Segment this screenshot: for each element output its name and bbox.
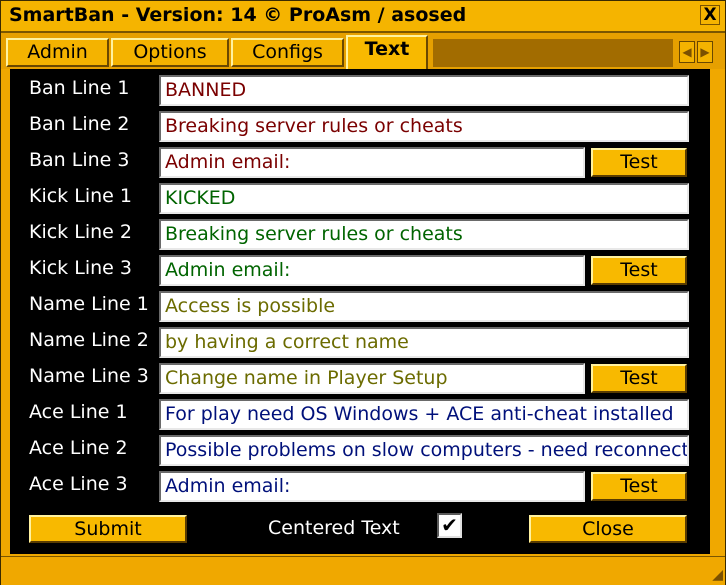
- name-line-1-input[interactable]: Access is possible: [159, 291, 689, 322]
- name-line-1-label: Name Line 1: [29, 293, 149, 315]
- name-line-2-input[interactable]: by having a correct name: [159, 327, 689, 358]
- tab-strip-empty-area: [433, 39, 673, 67]
- ban-test-button[interactable]: Test: [590, 147, 688, 178]
- ban-line-3-label: Ban Line 3: [29, 149, 130, 171]
- tab-configs[interactable]: Configs: [231, 38, 344, 67]
- ace-line-2-input[interactable]: Possible problems on slow computers - ne…: [159, 435, 689, 466]
- tab-strip: Admin Options Configs Text ◀ ▶: [1, 31, 725, 69]
- close-icon[interactable]: X: [700, 5, 720, 25]
- ace-line-2-label: Ace Line 2: [29, 437, 128, 459]
- ace-test-button[interactable]: Test: [590, 471, 688, 502]
- name-line-2-label: Name Line 2: [29, 329, 149, 351]
- tab-scroll-left-icon[interactable]: ◀: [679, 41, 695, 63]
- centered-text-checkbox[interactable]: ✔: [437, 513, 462, 538]
- title-bar[interactable]: SmartBan - Version: 14 © ProAsm / asosed…: [1, 1, 725, 31]
- resize-grip-icon[interactable]: ◢: [712, 567, 723, 583]
- status-bar: ◢: [1, 556, 725, 585]
- ace-line-3-input[interactable]: Admin email:: [159, 471, 585, 502]
- name-test-button[interactable]: Test: [590, 363, 688, 394]
- text-panel: Ban Line 1 BANNED Ban Line 2 Breaking se…: [10, 69, 710, 554]
- window-title: SmartBan - Version: 14 © ProAsm / asosed: [9, 4, 467, 26]
- ban-line-1-label: Ban Line 1: [29, 77, 130, 99]
- name-line-3-input[interactable]: Change name in Player Setup: [159, 363, 585, 394]
- tab-scroll-right-icon[interactable]: ▶: [697, 41, 713, 63]
- ace-line-1-label: Ace Line 1: [29, 401, 128, 423]
- close-button[interactable]: Close: [528, 514, 688, 544]
- kick-line-3-input[interactable]: Admin email:: [159, 255, 585, 286]
- ace-line-3-label: Ace Line 3: [29, 473, 128, 495]
- centered-text-label: Centered Text: [268, 517, 400, 539]
- kick-line-3-label: Kick Line 3: [29, 257, 132, 279]
- kick-test-button[interactable]: Test: [590, 255, 688, 286]
- smartban-window: SmartBan - Version: 14 © ProAsm / asosed…: [0, 0, 726, 585]
- tab-text[interactable]: Text: [346, 35, 428, 69]
- kick-line-2-input[interactable]: Breaking server rules or cheats: [159, 219, 689, 250]
- tab-admin[interactable]: Admin: [6, 38, 109, 67]
- ban-line-1-input[interactable]: BANNED: [159, 75, 689, 106]
- ban-line-2-label: Ban Line 2: [29, 113, 130, 135]
- name-line-3-label: Name Line 3: [29, 365, 149, 387]
- submit-button[interactable]: Submit: [28, 514, 188, 544]
- kick-line-1-label: Kick Line 1: [29, 185, 132, 207]
- ace-line-1-input[interactable]: For play need OS Windows + ACE anti-chea…: [159, 399, 689, 430]
- tab-options[interactable]: Options: [111, 38, 229, 67]
- ban-line-3-input[interactable]: Admin email:: [159, 147, 585, 178]
- ban-line-2-input[interactable]: Breaking server rules or cheats: [159, 111, 689, 142]
- kick-line-2-label: Kick Line 2: [29, 221, 132, 243]
- kick-line-1-input[interactable]: KICKED: [159, 183, 689, 214]
